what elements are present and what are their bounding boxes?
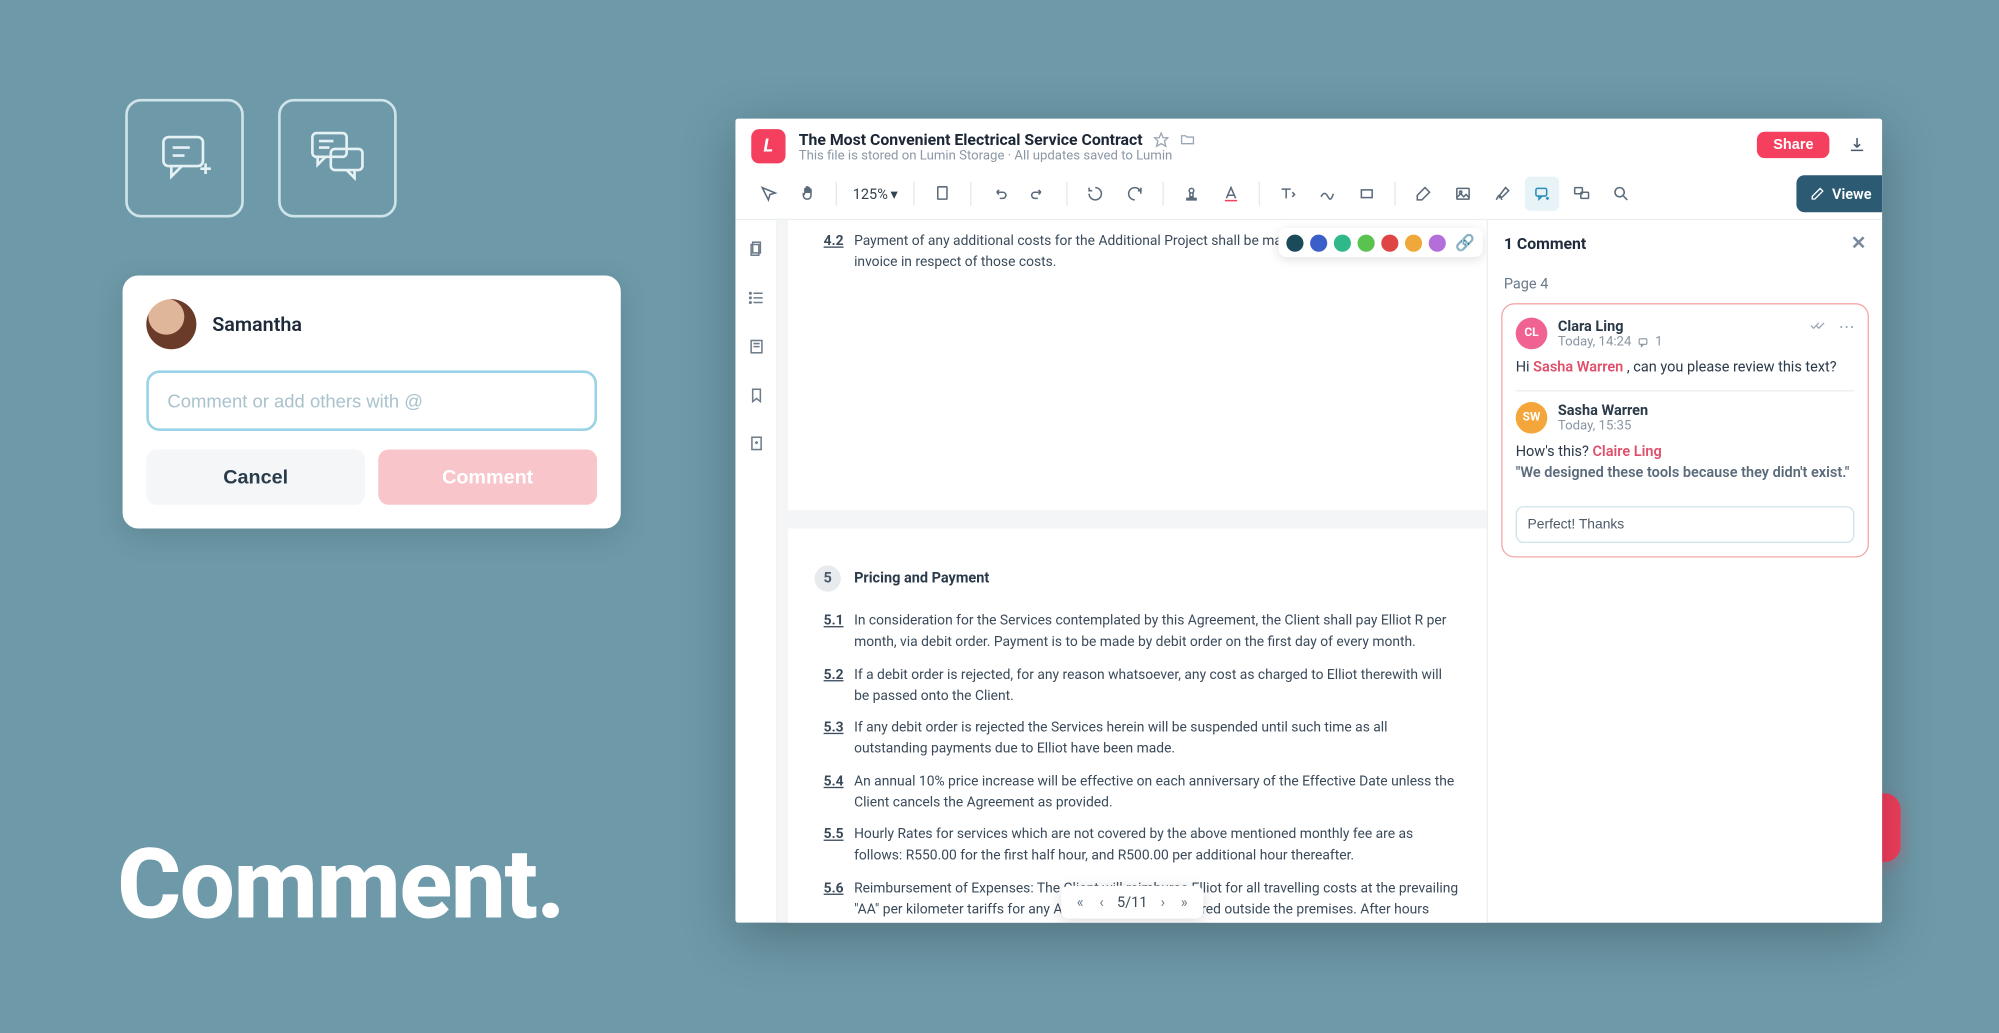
shape-tool[interactable]: [1350, 177, 1384, 211]
text-tool[interactable]: [1271, 177, 1305, 211]
cancel-button[interactable]: Cancel: [146, 449, 365, 504]
download-icon[interactable]: [1848, 136, 1866, 154]
color-picker-popover: 🔗: [1278, 228, 1482, 257]
section-number: 5: [815, 565, 841, 591]
collab-tool[interactable]: [1565, 177, 1599, 211]
document-page-5: 5 Pricing and Payment 5.1In consideratio…: [788, 529, 1487, 923]
storage-status: This file is stored on Lumin Storage · A…: [799, 148, 1867, 162]
document-area: 🔗 4.2 Payment of any additional costs fo…: [778, 220, 1487, 922]
freehand-tool[interactable]: [1310, 177, 1344, 211]
search-tool[interactable]: [1604, 177, 1638, 211]
pages-thumbnails[interactable]: [747, 239, 765, 264]
thread-time: Today, 14:24 1: [1558, 335, 1799, 349]
color-teal[interactable]: [1334, 234, 1351, 251]
share-button[interactable]: Share: [1757, 132, 1829, 158]
reply-time: Today, 15:35: [1558, 420, 1855, 434]
rotate-left[interactable]: [1078, 177, 1112, 211]
color-purple[interactable]: [1429, 234, 1446, 251]
redo-button[interactable]: [1022, 177, 1056, 211]
pager-first[interactable]: «: [1074, 891, 1086, 913]
left-rail: [735, 220, 777, 922]
resolve-icon[interactable]: [1810, 318, 1828, 350]
app-window: L The Most Convenient Electrical Service…: [735, 119, 1882, 923]
author-name: Samantha: [212, 312, 302, 336]
hero-title: Comment.: [117, 828, 564, 943]
zoom-level[interactable]: 125% ▾: [847, 185, 903, 202]
pager-next[interactable]: ›: [1158, 891, 1168, 913]
app-logo: L: [751, 129, 785, 163]
bookmark-rail-icon[interactable]: [747, 385, 765, 410]
page-tool[interactable]: [925, 177, 959, 211]
comments-panel: 1 Comment ✕ Page 4 CL Clara Ling Today, …: [1487, 220, 1882, 922]
pencil-icon: [1810, 186, 1826, 202]
pager-current: 5/11: [1117, 894, 1147, 911]
reply-avatar-sw: SW: [1516, 403, 1548, 435]
page-navigator: « ‹ 5/11 › »: [1061, 886, 1203, 919]
author-avatar: [146, 299, 196, 349]
color-dark-teal[interactable]: [1286, 234, 1303, 251]
comments-panel-title: 1 Comment: [1504, 235, 1586, 253]
color-orange[interactable]: [1405, 234, 1422, 251]
star-icon[interactable]: [1153, 131, 1169, 147]
annotations-icon[interactable]: [747, 336, 765, 361]
new-comment-icon: [156, 129, 214, 187]
color-green[interactable]: [1358, 234, 1375, 251]
color-red[interactable]: [1381, 234, 1398, 251]
link-icon[interactable]: 🔗: [1452, 233, 1474, 251]
comment-threads-icon: [304, 125, 370, 191]
highlight-tool[interactable]: [1406, 177, 1440, 211]
more-icon[interactable]: ⋯: [1839, 318, 1855, 350]
outline-icon[interactable]: [747, 287, 765, 312]
stamp-tool[interactable]: [1175, 177, 1209, 211]
color-blue[interactable]: [1310, 234, 1327, 251]
close-icon[interactable]: ✕: [1851, 233, 1866, 254]
section-title: Pricing and Payment: [854, 567, 989, 589]
comment-tool[interactable]: [1525, 177, 1559, 211]
thread-reply: SW Sasha Warren Today, 15:35 How's this?…: [1516, 391, 1855, 544]
document-page-4: 4.2 Payment of any additional costs for …: [788, 220, 1487, 510]
pager-prev[interactable]: ‹: [1097, 891, 1107, 913]
reply-input[interactable]: [1516, 506, 1855, 543]
folder-icon[interactable]: [1179, 131, 1195, 147]
reply-author: Sasha Warren: [1558, 403, 1855, 420]
app-header: L The Most Convenient Electrical Service…: [735, 119, 1882, 169]
comment-button[interactable]: Comment: [378, 449, 597, 504]
select-tool[interactable]: [751, 177, 785, 211]
clause-num: 4.2: [815, 231, 855, 274]
undo-button[interactable]: [982, 177, 1016, 211]
thread-body: Hi Sasha Warren , can you please review …: [1516, 357, 1855, 377]
text-color-tool[interactable]: [1214, 177, 1248, 211]
toolbar: 125% ▾: [735, 169, 1882, 220]
comment-input[interactable]: [146, 370, 597, 431]
comment-thread[interactable]: CL Clara Ling Today, 14:24 1 ⋯: [1501, 303, 1869, 558]
comment-create-card: Samantha Cancel Comment: [123, 275, 621, 528]
pan-tool[interactable]: [791, 177, 825, 211]
attachments-icon[interactable]: [747, 434, 765, 459]
new-comment-box: [125, 99, 244, 218]
comment-threads-box: [278, 99, 397, 218]
rotate-right[interactable]: [1118, 177, 1152, 211]
view-mode-button[interactable]: Viewe: [1796, 175, 1882, 212]
pager-last[interactable]: »: [1178, 891, 1190, 913]
comments-page-label: Page 4: [1501, 265, 1869, 303]
thread-avatar-cl: CL: [1516, 318, 1548, 350]
thread-author: Clara Ling: [1558, 318, 1799, 335]
image-tool[interactable]: [1446, 177, 1480, 211]
sign-tool[interactable]: [1486, 177, 1520, 211]
document-title: The Most Convenient Electrical Service C…: [799, 130, 1867, 148]
